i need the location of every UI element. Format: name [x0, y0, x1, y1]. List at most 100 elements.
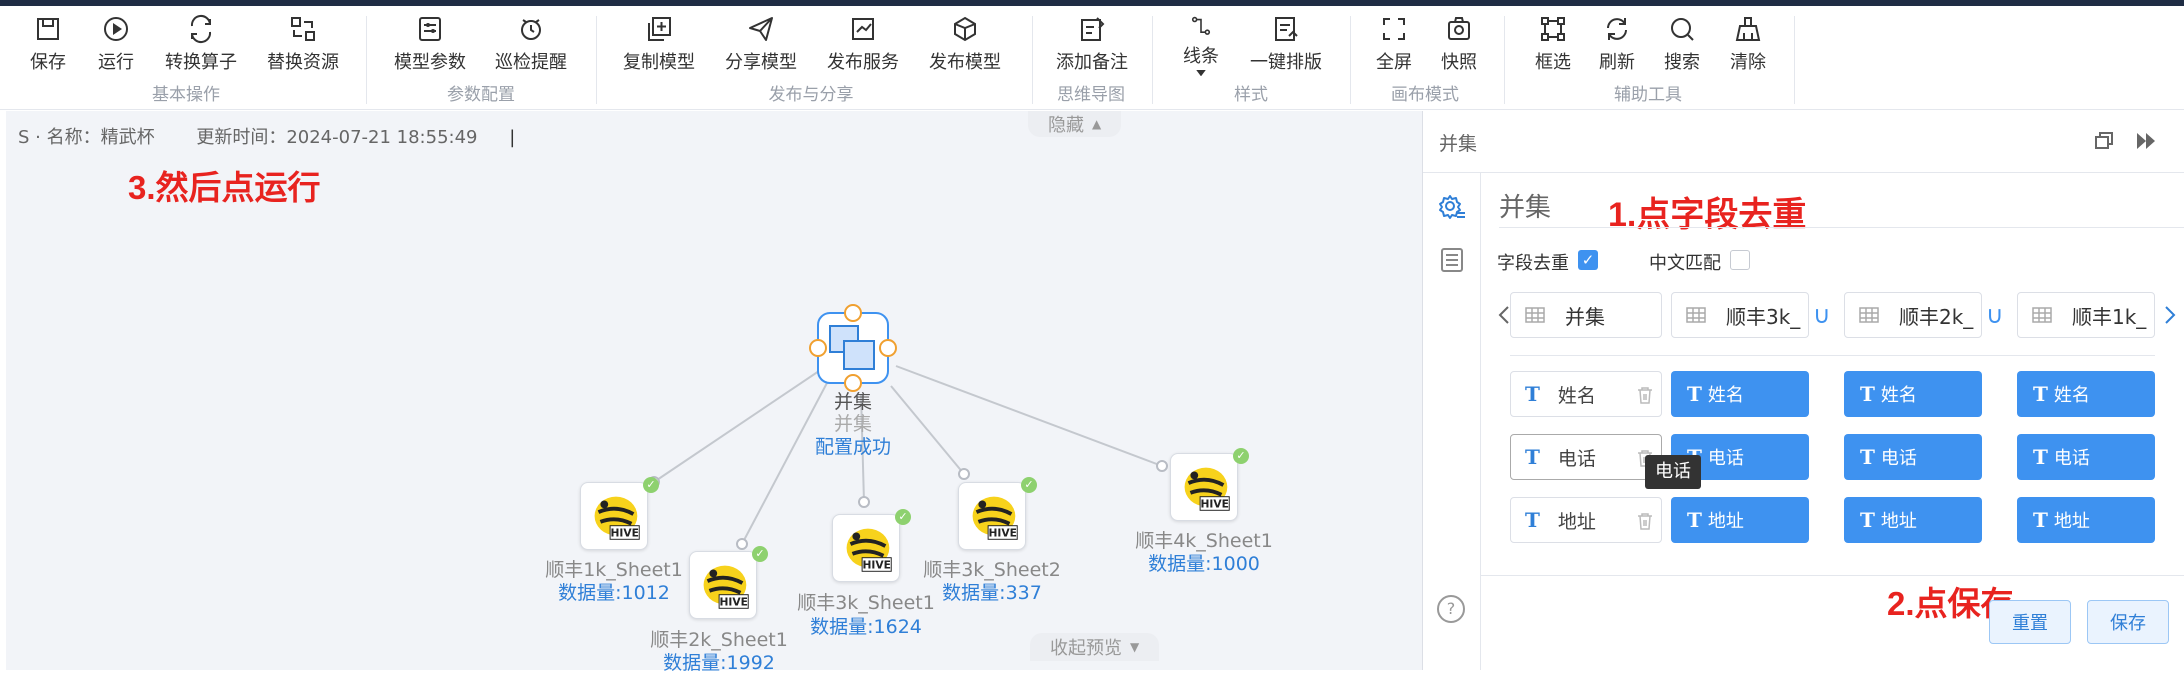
button-label: 刷新	[1599, 52, 1635, 73]
svg-text:HIVE: HIVE	[719, 595, 747, 608]
field-name: 电话	[1880, 448, 1917, 469]
edge	[890, 385, 965, 475]
hive-node-4k-sheet1[interactable]: HIVE	[1170, 453, 1238, 521]
hive-node-1k-sheet1[interactable]: HIVE	[580, 482, 648, 550]
add-note-button[interactable]: 添加备注	[1056, 14, 1128, 76]
union-field-chip[interactable]: T 电话	[1510, 434, 1662, 480]
hive-node-3k-sheet1[interactable]: HIVE	[832, 514, 900, 582]
button-label: 复制模型	[623, 52, 695, 73]
union-field-chip[interactable]: T 姓名	[1510, 371, 1662, 417]
source-field-chip[interactable]: T 地址	[1671, 497, 1809, 543]
field-name: 电话	[2053, 448, 2090, 469]
divider	[1499, 227, 2184, 228]
restore-window-icon[interactable]	[2093, 130, 2115, 152]
divider	[366, 16, 367, 104]
snapshot-button[interactable]: 快照	[1441, 14, 1477, 76]
patrol-reminder-button[interactable]: 巡检提醒	[495, 14, 567, 76]
success-check-icon: ✓	[895, 509, 911, 525]
source-field-chip[interactable]: T电话	[2017, 434, 2155, 480]
port[interactable]	[1156, 460, 1168, 472]
publish-model-button[interactable]: 发布模型	[929, 14, 1001, 76]
hive-icon: HIVE	[972, 496, 1018, 540]
publish-model-icon	[954, 16, 976, 42]
port[interactable]	[844, 304, 862, 322]
divider	[1350, 16, 1351, 104]
source-box[interactable]: 并集	[1510, 292, 1662, 338]
group-label: 参数配置	[447, 85, 515, 105]
list-icon[interactable]	[1440, 247, 1464, 273]
button-label: 替换资源	[267, 52, 339, 73]
divider	[1032, 16, 1033, 104]
source-field-chip[interactable]: T电话	[1844, 434, 1982, 480]
port[interactable]	[879, 339, 897, 357]
svg-text:HIVE: HIVE	[988, 526, 1016, 539]
model-params-button[interactable]: 模型参数	[394, 14, 466, 76]
text-type-icon: T	[1525, 382, 1540, 406]
settings-gear-icon[interactable]	[1438, 193, 1466, 221]
trash-icon[interactable]	[1637, 512, 1653, 530]
divider	[596, 16, 597, 104]
copy-model-button[interactable]: 复制模型	[623, 14, 695, 76]
clear-button[interactable]: 清除	[1730, 14, 1766, 76]
divider	[1152, 16, 1153, 104]
button-label: 分享模型	[725, 52, 797, 73]
port[interactable]	[858, 496, 870, 508]
hive-node-3k-sheet2[interactable]: HIVE	[958, 482, 1026, 550]
source-name: 顺丰3k_	[1726, 304, 1801, 329]
port[interactable]	[809, 339, 827, 357]
cn-match-checkbox[interactable]	[1730, 250, 1750, 270]
source-box[interactable]: 顺丰1k_	[2017, 292, 2155, 338]
trash-icon[interactable]	[1637, 386, 1653, 404]
union-field-chip[interactable]: T 地址	[1510, 497, 1662, 543]
dedupe-checkbox[interactable]: ✓	[1578, 250, 1598, 270]
chevron-right-icon[interactable]	[2163, 305, 2177, 325]
group-label: 基本操作	[152, 85, 220, 105]
search-button[interactable]: 搜索	[1664, 14, 1700, 76]
text-type-icon: T	[1525, 508, 1540, 532]
copy-icon	[648, 17, 671, 41]
source-field-chip[interactable]: T 姓名	[2017, 371, 2155, 417]
union-symbol: ∪	[1986, 301, 2004, 329]
auto-layout-button[interactable]: 一键排版	[1250, 14, 1322, 76]
field-name: 姓名	[2053, 385, 2090, 406]
share-model-button[interactable]: 分享模型	[725, 14, 797, 76]
line-style-button[interactable]: 线条	[1183, 14, 1219, 76]
button-label: 发布服务	[827, 52, 899, 73]
snapshot-icon	[1448, 17, 1470, 40]
field-name: 地址	[1557, 510, 1596, 533]
source-field-chip[interactable]: T 姓名	[1844, 371, 1982, 417]
run-button[interactable]: 运行	[98, 14, 134, 76]
save-toolbar-button[interactable]: 保存	[30, 14, 66, 76]
box-select-button[interactable]: 框选	[1535, 14, 1571, 76]
hive-node-2k-sheet1[interactable]: HIVE	[689, 551, 757, 619]
source-name: 顺丰2k_	[1899, 304, 1974, 329]
help-icon[interactable]: ?	[1437, 595, 1465, 623]
divider	[1481, 575, 2184, 576]
chevron-left-icon[interactable]	[1497, 305, 1511, 325]
source-field-chip[interactable]: T 姓名	[1671, 371, 1809, 417]
port[interactable]	[958, 468, 970, 480]
publish-service-icon	[852, 18, 874, 40]
source-field-chip[interactable]: T 地址	[1844, 497, 1982, 543]
port[interactable]	[736, 538, 748, 550]
source-box[interactable]: 顺丰3k_	[1671, 292, 1809, 338]
replace-resource-button[interactable]: 替换资源	[267, 14, 339, 76]
collapse-panel-icon[interactable]	[2134, 130, 2158, 152]
refresh-button[interactable]: 刷新	[1599, 14, 1635, 76]
group-label: 发布与分享	[768, 85, 854, 105]
button-label: 添加备注	[1056, 52, 1128, 73]
node-count: 数据量:1992	[663, 652, 775, 674]
button-label: 发布模型	[929, 52, 1001, 73]
collapse-preview-tab[interactable]: 收起预览 ▼	[1030, 633, 1160, 661]
save-button[interactable]: 保存	[2087, 600, 2169, 644]
select-box-icon	[1541, 17, 1565, 41]
fullscreen-button[interactable]: 全屏	[1376, 14, 1412, 76]
convert-operator-button[interactable]: 转换算子	[165, 14, 237, 76]
panel-header: 并集	[1423, 111, 2184, 173]
publish-service-button[interactable]: 发布服务	[827, 14, 899, 76]
reset-button[interactable]: 重置	[1989, 600, 2071, 644]
source-box[interactable]: 顺丰2k_	[1844, 292, 1982, 338]
text-type-icon: T	[1860, 508, 1875, 532]
source-field-chip[interactable]: T 地址	[2017, 497, 2155, 543]
model-canvas[interactable]: S · 名称：精武杯 更新时间：2024-07-21 18:55:49 | 隐藏…	[6, 111, 1422, 674]
